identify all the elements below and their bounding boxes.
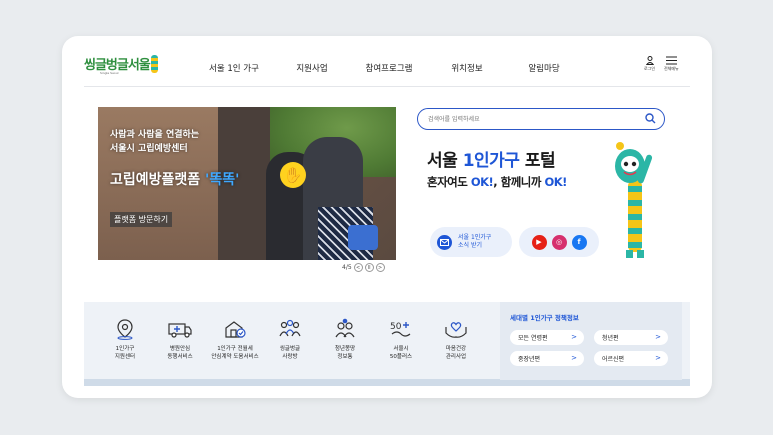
mascot-illustration xyxy=(615,142,653,258)
portal-title: 서울 1인가구 포털 xyxy=(427,146,556,171)
ambulance-icon xyxy=(168,323,192,338)
search-input[interactable] xyxy=(428,113,628,125)
search-icon[interactable] xyxy=(645,113,656,124)
hamburger-icon xyxy=(665,56,677,65)
service-mental-health[interactable]: 마음건강 관리사업 xyxy=(426,318,486,361)
knock-hand-icon: ✋ xyxy=(280,162,306,188)
service-sarangbang[interactable]: 씽글벙글 사랑방 xyxy=(260,318,320,361)
nav-item-programs[interactable]: 참여프로그램 xyxy=(366,62,413,74)
service-label: 1인가구 전월세 xyxy=(217,346,253,352)
chevron-right-icon: > xyxy=(571,354,577,362)
youtube-icon[interactable]: ▶ xyxy=(531,234,547,250)
visit-platform-button[interactable]: 플랫폼 방문하기 xyxy=(110,212,173,227)
service-label: 1인가구 xyxy=(115,346,135,352)
service-label: 지원센터 xyxy=(114,353,136,360)
nav-item-location[interactable]: 위치정보 xyxy=(451,62,482,74)
mail-icon xyxy=(437,234,452,250)
service-label: 씽글벙글 xyxy=(279,346,301,352)
service-label: 청년몽땅 xyxy=(334,346,356,352)
news-line-1: 서울 1인가구 xyxy=(458,234,492,241)
chevron-right-icon: > xyxy=(571,333,577,341)
logo-mascot-icon xyxy=(150,54,158,73)
banner-pause-button[interactable]: II xyxy=(364,263,374,272)
subscribe-news-button[interactable]: 서울 1인가구 소식 받기 xyxy=(430,227,512,257)
header-divider xyxy=(84,86,690,87)
service-safe-lease[interactable]: 1인가구 전월세 안심계약 도움서비스 xyxy=(205,318,265,361)
slogan-ok: OK! xyxy=(544,175,567,189)
policy-button-label: 청년편 xyxy=(602,335,619,342)
instagram-icon[interactable]: ◎ xyxy=(551,234,567,250)
policy-button-label: 어르신편 xyxy=(602,356,625,363)
nav-item-notice[interactable]: 알림마당 xyxy=(528,62,559,74)
policy-senior-button[interactable]: 어르신편 > xyxy=(594,351,668,366)
location-pin-icon xyxy=(117,319,133,340)
policy-button-label: 중장년편 xyxy=(518,356,541,363)
nav-item-single-household[interactable]: 서울 1인 가구 xyxy=(209,62,259,74)
service-support-center[interactable]: 1인가구 지원센터 xyxy=(95,318,155,361)
news-line-2: 소식 받기 xyxy=(458,242,482,249)
search-box xyxy=(417,108,665,130)
band-bottom-strip xyxy=(84,379,690,386)
policy-button-label: 모든 연령편 xyxy=(518,335,548,342)
slogan-part: 혼자여도 xyxy=(427,175,471,189)
policy-panel-title: 세대별 1인가구 정책정보 xyxy=(510,314,579,322)
all-menu-label: 전체메뉴 xyxy=(664,66,679,71)
portal-title-part: 서울 xyxy=(427,151,463,171)
heart-hands-icon xyxy=(445,322,467,338)
banner-line-2: 서울시 고립예방센터 xyxy=(110,144,188,154)
portal-slogan: 혼자여도 OK!, 함께니까 OK! xyxy=(427,174,567,190)
policy-youth-button[interactable]: 청년편 > xyxy=(594,330,668,345)
banner-pager: 4/5 < II > xyxy=(342,263,385,272)
banner-photo-bag xyxy=(348,225,378,250)
portal-title-part: 포털 xyxy=(519,151,556,171)
people-group-icon xyxy=(279,319,301,337)
service-label: 병원안심 xyxy=(169,346,191,352)
service-label: 서울시 xyxy=(393,346,409,352)
svg-text:50: 50 xyxy=(390,322,402,332)
banner-line-1: 사람과 사람을 연결하는 xyxy=(110,130,200,140)
service-label: 정보통 xyxy=(337,353,353,360)
slogan-ok: OK! xyxy=(470,175,494,189)
sns-links: ▶ ◎ f xyxy=(519,227,599,257)
site-header: 씽글벙글서울 Single Seoul 서울 1인 가구 지원사업 참여프로그램… xyxy=(62,36,712,86)
banner-next-button[interactable]: > xyxy=(375,263,385,272)
banner-prev-button[interactable]: < xyxy=(353,263,363,272)
logo-subtext: Single Seoul xyxy=(100,71,119,75)
service-label: 마음건강 xyxy=(445,346,467,352)
subscribe-news-label: 서울 1인가구 소식 받기 xyxy=(458,234,491,250)
login-label: 로그인 xyxy=(644,66,656,71)
service-label: 사랑방 xyxy=(282,353,298,360)
service-label: 50플러스 xyxy=(389,353,413,360)
service-label: 동행서비스 xyxy=(167,353,193,360)
chevron-right-icon: > xyxy=(655,333,661,341)
user-icon xyxy=(645,56,654,65)
house-contract-icon xyxy=(225,321,246,338)
banner-title-highlight: '똑똑' xyxy=(205,172,240,188)
policy-panel: 세대별 1인가구 정책정보 모든 연령편 > 청년편 > 중장년편 > 어르신편… xyxy=(500,302,682,380)
policy-middle-age-button[interactable]: 중장년편 > xyxy=(510,351,584,366)
service-label: 관리사업 xyxy=(445,353,467,360)
page-frame: 씽글벙글서울 Single Seoul 서울 1인 가구 지원사업 참여프로그램… xyxy=(62,36,712,398)
site-logo[interactable]: 씽글벙글서울 Single Seoul xyxy=(84,54,158,75)
banner-page-indicator: 4/5 xyxy=(342,264,352,271)
service-label: 안심계약 도움서비스 xyxy=(211,353,259,360)
service-youth-info[interactable]: 청년몽땅 정보통 xyxy=(315,318,375,361)
main-banner-slide[interactable]: 사람과 사람을 연결하는 서울시 고립예방센터 고립예방플랫폼 '똑똑' ✋ 플… xyxy=(98,107,396,260)
service-hospital-companion[interactable]: 병원안심 동행서비스 xyxy=(150,318,210,361)
youth-info-icon xyxy=(335,318,355,338)
chevron-right-icon: > xyxy=(655,354,661,362)
slogan-part: , 함께니까 xyxy=(493,175,545,189)
portal-title-highlight: 1인가구 xyxy=(462,151,520,171)
nav-item-support[interactable]: 지원사업 xyxy=(296,62,327,74)
fifty-plus-icon: 50 xyxy=(390,322,411,337)
login-button[interactable]: 로그인 xyxy=(644,56,655,72)
banner-title-prefix: 고립예방플랫폼 xyxy=(110,172,206,188)
service-50plus[interactable]: 50 서울시 50플러스 xyxy=(371,318,431,361)
banner-title: 고립예방플랫폼 '똑똑' xyxy=(110,169,239,189)
policy-all-ages-button[interactable]: 모든 연령편 > xyxy=(510,330,584,345)
all-menu-button[interactable]: 전체메뉴 xyxy=(664,56,679,72)
facebook-icon[interactable]: f xyxy=(571,234,587,250)
